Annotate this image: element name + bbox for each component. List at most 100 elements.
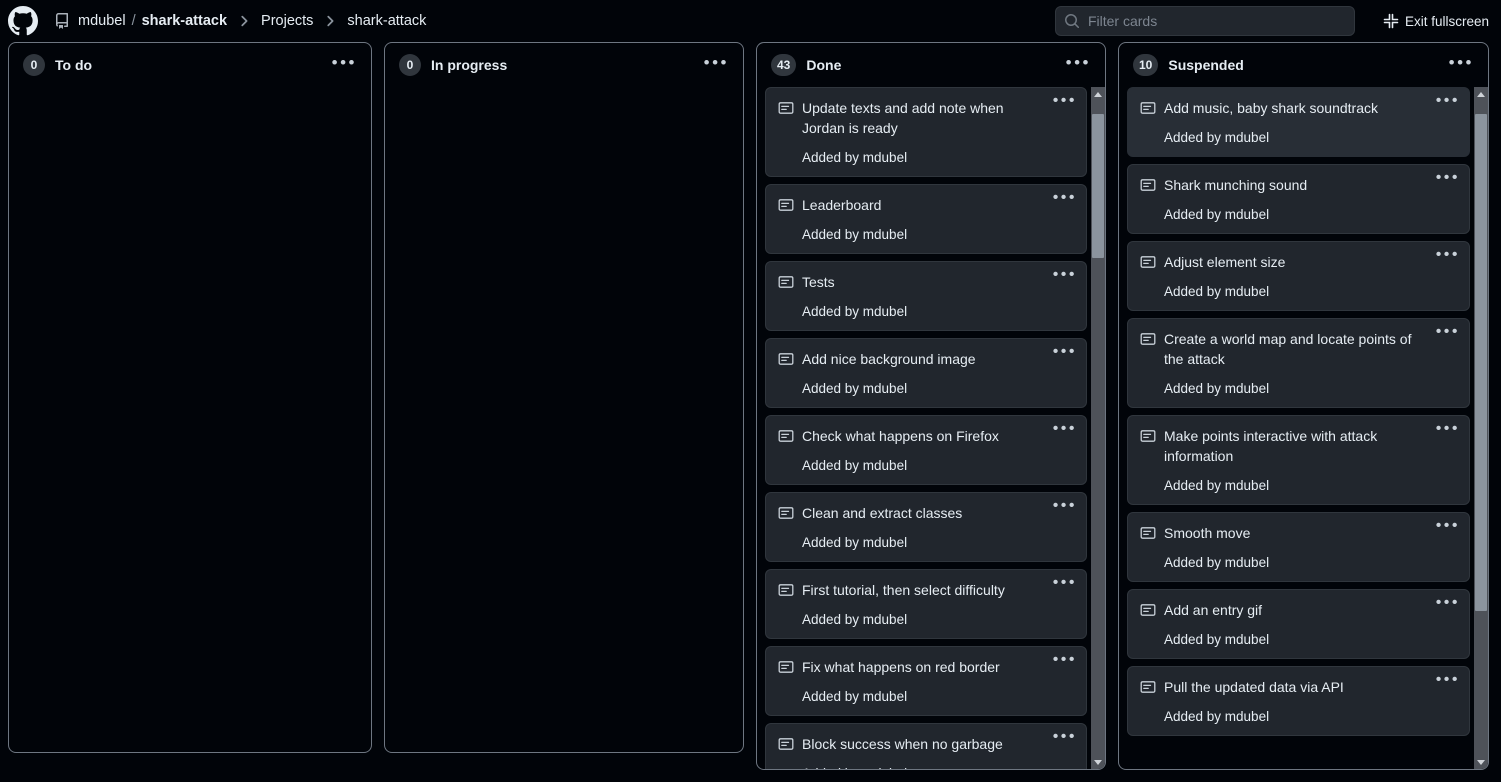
card[interactable]: Block success when no garbage•••Added by… [765,723,1087,769]
card[interactable]: Pull the updated data via API•••Added by… [1127,666,1470,736]
column-body-done[interactable]: Update texts and add note when Jordan is… [757,87,1105,769]
card[interactable]: Create a world map and locate points of … [1127,318,1470,408]
scroll-track-suspended[interactable] [1474,101,1488,755]
filter-cards-box[interactable] [1055,6,1355,36]
scroll-up-button-suspended[interactable] [1474,87,1488,101]
column-done: 43 Done ••• Update texts and add note wh… [756,42,1106,770]
card-meta: Added by mdubel [1164,478,1457,493]
note-icon [778,736,794,752]
note-icon [778,274,794,290]
column-menu-done[interactable]: ••• [1060,54,1093,76]
card[interactable]: Leaderboard ••• Added by mdubel [765,184,1087,254]
card-menu[interactable]: ••• [1053,347,1077,357]
scroll-up-button-done[interactable] [1091,87,1105,101]
card-menu[interactable]: ••• [1053,270,1077,280]
card-menu[interactable]: ••• [1436,327,1460,337]
card-meta: Added by mdubel [1164,632,1457,647]
scroll-track-done[interactable] [1091,101,1105,755]
note-icon [778,197,794,213]
card-menu[interactable]: ••• [1436,96,1460,106]
card[interactable]: Make points interactive with attack info… [1127,415,1470,505]
note-icon [778,351,794,367]
scroll-thumb-suspended[interactable] [1475,114,1487,611]
card-menu[interactable]: ••• [1436,521,1460,531]
card-header: Make points interactive with attack info… [1138,426,1457,466]
card-menu[interactable]: ••• [1053,96,1077,106]
card-title: Shark munching sound [1164,175,1333,195]
card-title: Clean and extract classes [802,503,988,523]
card-menu[interactable]: ••• [1053,578,1077,588]
card[interactable]: Check what happens on Firefox•••Added by… [765,415,1087,485]
column-menu-to-do[interactable]: ••• [326,54,359,76]
column-body-in-progress[interactable] [385,87,743,752]
card-menu[interactable]: ••• [1436,250,1460,260]
card-meta: Added by mdubel [802,150,1074,165]
card-title: Block success when no garbage [802,734,1029,754]
card[interactable]: Clean and extract classes•••Added by mdu… [765,492,1087,562]
breadcrumb-project-name[interactable]: shark-attack [347,13,426,29]
card-title: First tutorial, then select difficulty [802,580,1031,600]
scroll-down-button-done[interactable] [1091,755,1105,769]
card-menu[interactable]: ••• [1436,598,1460,608]
column-body-suspended[interactable]: Add music, baby shark soundtrack•••Added… [1119,87,1488,769]
card-header: Clean and extract classes [776,503,1074,523]
card[interactable]: Shark munching sound ••• Added by mdubel [1127,164,1470,234]
card[interactable]: Add music, baby shark soundtrack••• Added… [1127,87,1470,157]
card-meta: Added by mdubel [802,227,1074,242]
exit-fullscreen-label: Exit fullscreen [1405,14,1489,29]
screen-contract-icon [1383,13,1399,29]
card[interactable]: Tests ••• Added by mdubel [765,261,1087,331]
repo-icon [54,13,70,29]
card-meta: Added by mdubel [802,304,1074,319]
column-to-do: 0 To do ••• [8,42,372,753]
card-menu[interactable]: ••• [1053,732,1077,742]
note-icon [1140,100,1156,116]
card-meta: Added by mdubel [802,381,1074,396]
card-header: Block success when no garbage [776,734,1074,754]
breadcrumb-separator: / [132,13,136,29]
card-menu[interactable]: ••• [1053,501,1077,511]
breadcrumb-repo[interactable]: shark-attack [142,13,227,29]
card-menu[interactable]: ••• [1436,675,1460,685]
card-menu[interactable]: ••• [1053,193,1077,203]
note-icon [1140,602,1156,618]
card-list-done: Update texts and add note when Jordan is… [765,87,1101,769]
card[interactable]: Smooth move•••Added by mdubel [1127,512,1470,582]
card[interactable]: Add nice background image••• Added by mdu… [765,338,1087,408]
card-menu[interactable]: ••• [1053,424,1077,434]
card[interactable]: Add an entry gif•••Added by mdubel [1127,589,1470,659]
card[interactable]: Adjust element size•••Added by mdubel [1127,241,1470,311]
card-menu[interactable]: ••• [1436,424,1460,434]
column-count-to-do: 0 [23,54,45,76]
card-header: Add nice background image [776,349,1074,369]
card[interactable]: Update texts and add note when Jordan is… [765,87,1087,177]
card-meta: Added by mdubel [1164,207,1457,222]
card-meta: Added by mdubel [1164,284,1457,299]
card-title: Fix what happens on red border [802,657,1026,677]
breadcrumb-projects[interactable]: Projects [261,13,313,29]
card-header: Add music, baby shark soundtrack [1138,98,1457,118]
scrollbar-done[interactable] [1091,87,1105,769]
exit-fullscreen-button[interactable]: Exit fullscreen [1383,13,1489,29]
column-body-to-do[interactable] [9,87,371,752]
github-mark-icon[interactable] [8,6,38,36]
card-meta: Added by mdubel [1164,130,1457,145]
card-header: Leaderboard [776,195,1074,215]
card[interactable]: First tutorial, then select difficulty ••… [765,569,1087,639]
breadcrumb-owner[interactable]: mdubel [78,13,126,29]
scroll-down-button-suspended[interactable] [1474,755,1488,769]
scroll-thumb-done[interactable] [1092,114,1104,258]
card-menu[interactable]: ••• [1053,655,1077,665]
app-header: mdubel / shark-attack Projects shark-att… [0,0,1501,42]
column-header-in-progress: 0 In progress ••• [385,43,743,87]
card-header: Pull the updated data via API [1138,677,1457,697]
card-title: Tests [802,272,861,292]
card-title: Leaderboard [802,195,907,215]
column-menu-in-progress[interactable]: ••• [698,54,731,76]
column-menu-suspended[interactable]: ••• [1443,54,1476,76]
note-icon [1140,679,1156,695]
scrollbar-suspended[interactable] [1474,87,1488,769]
card-menu[interactable]: ••• [1436,173,1460,183]
filter-cards-input[interactable] [1088,13,1346,29]
card[interactable]: Fix what happens on red border•••Added b… [765,646,1087,716]
